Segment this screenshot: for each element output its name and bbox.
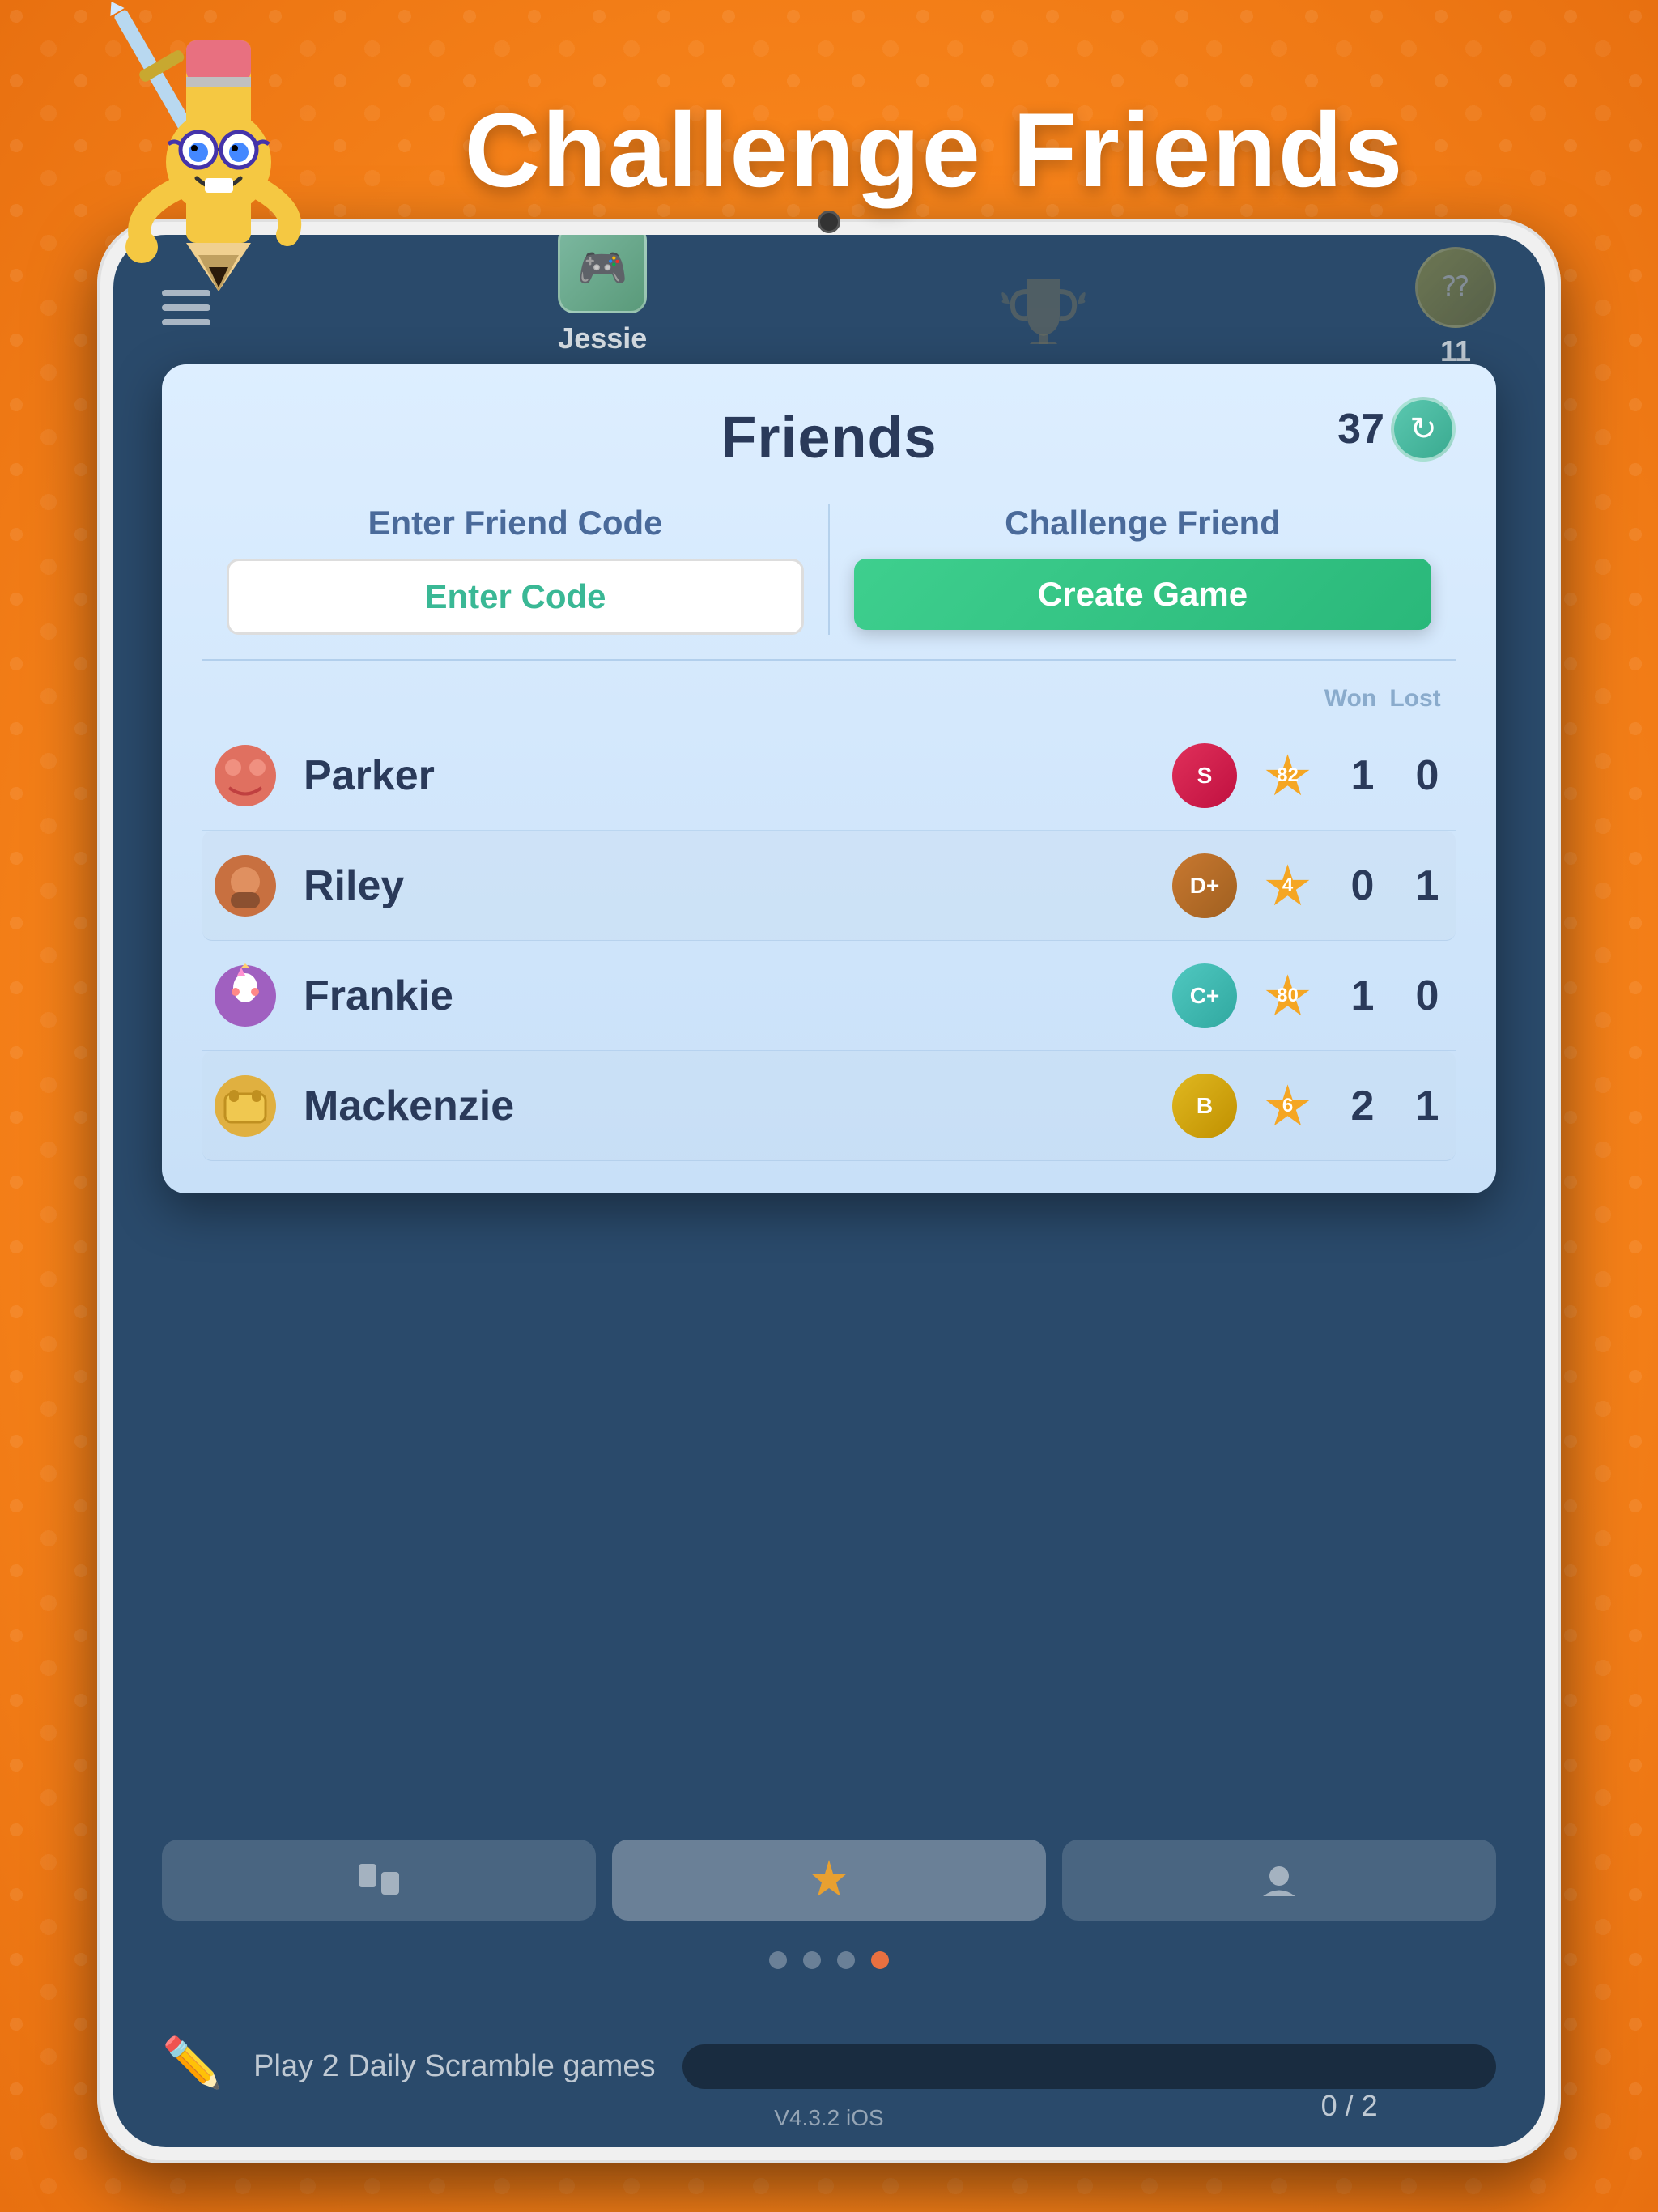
tab-left[interactable] xyxy=(162,1840,596,1921)
lost-value: 0 xyxy=(1407,972,1448,1020)
won-lost: 1 0 xyxy=(1342,972,1448,1020)
friend-row[interactable]: Parker S ★ 82 1 0 xyxy=(202,721,1456,831)
star-badge: ★ 4 xyxy=(1253,851,1322,920)
won-header: Won xyxy=(1318,685,1383,713)
username: Jessie xyxy=(558,321,647,355)
friend-avatar xyxy=(210,741,279,810)
friend-name: Frankie xyxy=(304,972,1172,1020)
friends-count-badge: 37 ↻ xyxy=(1337,397,1456,462)
rank-badge: D+ xyxy=(1172,853,1237,918)
star-badge: ★ 80 xyxy=(1253,961,1322,1030)
rank-badge: C+ xyxy=(1172,963,1237,1028)
challenge-col: Challenge Friend Create Game xyxy=(830,504,1456,635)
enter-code-col: Enter Friend Code Enter Code xyxy=(202,504,830,635)
coin-icon: ⁇ xyxy=(1415,247,1496,328)
page-title: Challenge Friends xyxy=(465,89,1405,211)
lost-value: 1 xyxy=(1407,861,1448,910)
enter-code-label: Enter Friend Code xyxy=(368,504,662,542)
progress-pencil-icon: ✏️ xyxy=(162,2034,227,2099)
enter-code-button[interactable]: Enter Code xyxy=(227,559,804,635)
friend-row[interactable]: Frankie C+ ★ 80 1 0 xyxy=(202,941,1456,1051)
version-text: V4.3.2 iOS xyxy=(774,2105,883,2131)
tab-right[interactable] xyxy=(1062,1840,1496,1921)
star-badge: ★ 82 xyxy=(1253,741,1322,810)
modal-header: Friends 37 ↻ xyxy=(202,405,1456,471)
modal-title: Friends xyxy=(721,405,937,471)
star-badge: ★ 6 xyxy=(1253,1071,1322,1140)
friends-modal: Friends 37 ↻ Enter Friend Code Enter Cod… xyxy=(162,364,1496,1193)
tablet-screen: 🎮 Jessie ▶ ⭐ 50 B+ xyxy=(113,235,1545,2147)
pencil-character xyxy=(65,0,372,308)
friend-row[interactable]: Riley D+ ★ 4 0 1 xyxy=(202,831,1456,941)
won-value: 0 xyxy=(1342,861,1383,910)
refresh-button[interactable]: ↻ xyxy=(1391,397,1456,462)
friend-name: Mackenzie xyxy=(304,1082,1172,1130)
create-game-button[interactable]: Create Game xyxy=(854,559,1431,630)
friend-name: Riley xyxy=(304,861,1172,910)
won-value: 2 xyxy=(1342,1082,1383,1130)
lost-header: Lost xyxy=(1383,685,1448,713)
progress-bar: 0 / 2 xyxy=(682,2044,1496,2089)
friend-avatar xyxy=(210,961,279,1030)
dot-1[interactable] xyxy=(769,1951,787,1969)
friend-name: Parker xyxy=(304,751,1172,800)
user-avatar: 🎮 xyxy=(558,235,647,313)
lost-value: 0 xyxy=(1407,751,1448,800)
won-lost: 0 1 xyxy=(1342,861,1448,910)
bottom-progress-area: ✏️ Play 2 Daily Scramble games 0 / 2 xyxy=(162,2034,1496,2099)
friends-count: 37 xyxy=(1337,405,1384,453)
action-row: Enter Friend Code Enter Code Challenge F… xyxy=(202,504,1456,661)
won-value: 1 xyxy=(1342,751,1383,800)
won-lost: 2 1 xyxy=(1342,1082,1448,1130)
friends-list: Parker S ★ 82 1 0 Riley xyxy=(202,721,1456,1161)
progress-label: Play 2 Daily Scramble games xyxy=(251,2049,658,2084)
pagination-dots xyxy=(769,1951,889,1969)
won-value: 1 xyxy=(1342,972,1383,1020)
dot-4-active[interactable] xyxy=(871,1951,889,1969)
friend-avatar xyxy=(210,1071,279,1140)
won-lost: 1 0 xyxy=(1342,751,1448,800)
rank-badge: B xyxy=(1172,1074,1237,1138)
rank-badge: S xyxy=(1172,743,1237,808)
tablet-device: 🎮 Jessie ▶ ⭐ 50 B+ xyxy=(97,219,1561,2163)
tablet-camera xyxy=(818,211,840,233)
challenge-label: Challenge Friend xyxy=(1005,504,1281,542)
lost-value: 1 xyxy=(1407,1082,1448,1130)
dot-3[interactable] xyxy=(837,1951,855,1969)
bottom-tabs xyxy=(162,1840,1496,1921)
coin-area: ⁇ 11 xyxy=(1415,247,1496,368)
dot-2[interactable] xyxy=(803,1951,821,1969)
friend-row[interactable]: Mackenzie B ★ 6 2 1 xyxy=(202,1051,1456,1161)
coin-count: 11 xyxy=(1440,334,1471,368)
center-badge xyxy=(995,271,1092,344)
tab-center[interactable] xyxy=(612,1840,1046,1921)
friend-avatar xyxy=(210,851,279,920)
friends-list-header: Won Lost xyxy=(202,685,1456,721)
